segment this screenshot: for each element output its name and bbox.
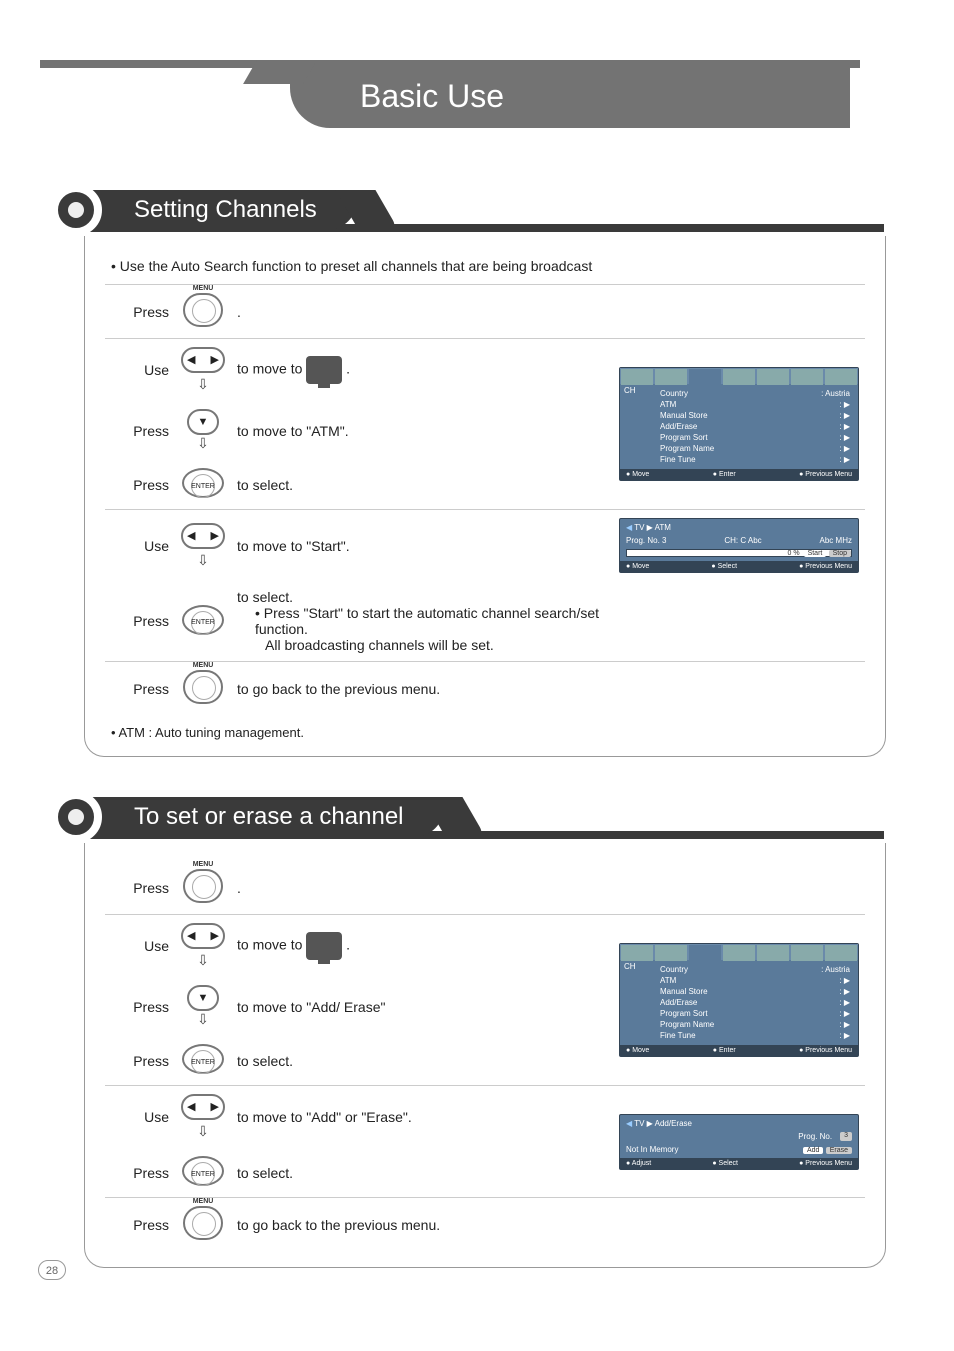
down-arrow-icon: ⇩	[197, 1123, 209, 1139]
section-footnote: ATM : Auto tuning management.	[111, 725, 865, 740]
down-button-icon: ▼	[187, 985, 219, 1011]
step-action: Press	[105, 401, 175, 460]
enter-button-icon: ENTER	[182, 605, 224, 635]
menu-button-icon: MENU	[183, 293, 223, 327]
step-desc: to move to "Add/ Erase"	[231, 977, 605, 1036]
down-arrow-icon: ⇩	[197, 376, 209, 392]
section-bullet-icon	[50, 791, 102, 843]
page-title: Basic Use	[360, 78, 504, 115]
step-action: Press	[105, 1148, 175, 1198]
section-bullet-icon	[50, 184, 102, 236]
step-desc: to move to "Start".	[231, 510, 605, 582]
step-desc: to go back to the previous menu.	[231, 1198, 605, 1252]
left-right-button-icon	[181, 1094, 225, 1120]
step-action: Use	[105, 339, 175, 402]
step-desc: to select. Press "Start" to start the au…	[231, 581, 605, 662]
step-action: Press	[105, 581, 175, 662]
osd-screenshot-add-erase: ◀ TV ▶ Add/Erase Prog. No.3 Not In Memor…	[619, 1114, 859, 1170]
tv-menu-icon	[306, 356, 342, 384]
osd-screenshot-atm: ◀ TV ▶ ATM Prog. No. 3 CH: C Abc Abc MHz…	[619, 518, 859, 573]
tv-menu-icon	[306, 932, 342, 960]
section-intro: Use the Auto Search function to preset a…	[111, 258, 865, 274]
step-desc: to move to "Add" or "Erase".	[231, 1086, 605, 1149]
step-row: Use ⇩ to move to "Add" or "Erase". ◀ TV …	[105, 1086, 865, 1149]
step-row: Press ENTER to select. Press "Start" to …	[105, 581, 865, 662]
section-title: To set or erase a channel	[84, 797, 444, 837]
step-desc: .	[231, 861, 605, 915]
section-set-erase-channel: To set or erase a channel Press MENU . U…	[20, 797, 914, 1268]
header-accent	[40, 60, 860, 68]
left-right-button-icon	[181, 923, 225, 949]
step-row: Use ⇩ to move to . CH Country: Austria A…	[105, 339, 865, 402]
down-arrow-icon: ⇩	[197, 952, 209, 968]
step-action: Press	[105, 1036, 175, 1086]
step-desc: to move to .	[231, 339, 605, 402]
step-action: Use	[105, 1086, 175, 1149]
step-action: Press	[105, 861, 175, 915]
down-arrow-icon: ⇩	[197, 435, 209, 451]
step-row: Press MENU to go back to the previous me…	[105, 662, 865, 716]
step-action: Press	[105, 977, 175, 1036]
down-arrow-icon: ⇩	[197, 1011, 209, 1027]
enter-button-icon: ENTER	[182, 1044, 224, 1074]
step-row: Press MENU to go back to the previous me…	[105, 1198, 865, 1252]
osd-corner: CH	[624, 386, 636, 395]
osd-corner: CH	[624, 962, 636, 971]
enter-button-icon: ENTER	[182, 1156, 224, 1186]
left-right-button-icon	[181, 523, 225, 549]
step-action: Press	[105, 285, 175, 339]
step-desc: to select.	[231, 1148, 605, 1198]
step-desc: to select.	[231, 1036, 605, 1086]
step-row: Press MENU .	[105, 861, 865, 915]
section-setting-channels: Setting Channels Use the Auto Search fun…	[20, 190, 914, 757]
step-desc: .	[231, 285, 605, 339]
menu-button-icon: MENU	[183, 1206, 223, 1240]
step-action: Use	[105, 510, 175, 582]
step-action: Press	[105, 460, 175, 510]
step-row: Use ⇩ to move to . CH Country: Austria A…	[105, 915, 865, 978]
step-row: Use ⇩ to move to "Start". ◀ TV ▶ ATM Pro…	[105, 510, 865, 582]
section-title: Setting Channels	[84, 190, 357, 230]
down-button-icon: ▼	[187, 409, 219, 435]
osd-screenshot-ch-menu: CH Country: Austria ATM: ▶ Manual Store:…	[619, 367, 859, 481]
osd-screenshot-ch-menu: CH Country: Austria ATM: ▶ Manual Store:…	[619, 943, 859, 1057]
step-desc: to go back to the previous menu.	[231, 662, 605, 716]
steps-table: Press MENU . Use ⇩ to move to . CH	[105, 861, 865, 1251]
step-action: Use	[105, 915, 175, 978]
step-action: Press	[105, 662, 175, 716]
menu-button-icon: MENU	[183, 670, 223, 704]
step-action: Press	[105, 1198, 175, 1252]
step-desc: to move to .	[231, 915, 605, 978]
steps-table: Press MENU . Use ⇩ to move to . CH	[105, 284, 865, 715]
step-desc: to move to "ATM".	[231, 401, 605, 460]
left-right-button-icon	[181, 347, 225, 373]
down-arrow-icon: ⇩	[197, 552, 209, 568]
menu-button-icon: MENU	[183, 869, 223, 903]
step-desc: to select.	[231, 460, 605, 510]
step-row: Press MENU .	[105, 285, 865, 339]
enter-button-icon: ENTER	[182, 468, 224, 498]
page-header: Basic Use	[20, 60, 914, 150]
page-number: 28	[38, 1260, 66, 1280]
